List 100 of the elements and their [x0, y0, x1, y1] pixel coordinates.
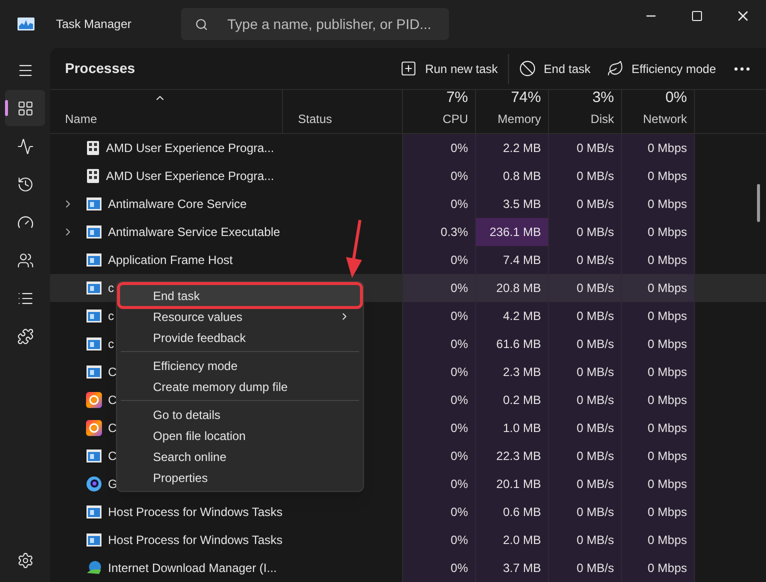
toolbar-button[interactable]: Run new task: [392, 52, 506, 84]
usage-cell: 22.3 MB: [476, 442, 549, 470]
column-header[interactable]: 74% Memory: [476, 90, 549, 133]
usage-cell: 0.6 MB: [476, 498, 549, 526]
process-name: C: [108, 448, 117, 465]
usage-cell: 0 Mbps: [622, 358, 695, 386]
column-header[interactable]: Status: [283, 90, 403, 133]
usage-cell: 0 Mbps: [622, 470, 695, 498]
usage-cell: 236.1 MB: [476, 218, 549, 246]
window-title: Task Manager: [56, 16, 132, 33]
process-name: c: [108, 336, 114, 353]
usage-cell: 0 MB/s: [549, 414, 622, 442]
users-icon: [16, 252, 34, 268]
usage-cell: 0 MB/s: [549, 162, 622, 190]
menu-item[interactable]: End task: [120, 285, 360, 306]
more-icon: [734, 66, 750, 70]
toolbar-button[interactable]: Efficiency mode: [598, 52, 724, 84]
ring-icon: [86, 476, 102, 492]
usage-cell: 0%: [403, 134, 476, 162]
window-icon: [86, 281, 102, 295]
grid-icon: [16, 100, 34, 116]
usage-cell: 0%: [403, 302, 476, 330]
app-grid-icon: [86, 168, 100, 184]
usage-cell: 0%: [403, 526, 476, 554]
column-header[interactable]: Name: [50, 90, 283, 133]
menu-item[interactable]: Search online: [120, 446, 360, 467]
usage-cell: 0%: [403, 274, 476, 302]
usage-cell: 0 MB/s: [549, 358, 622, 386]
process-row[interactable]: AMD User Experience Progra... 0% 0.8 MB 0 MB/s 0 Mbps: [50, 162, 766, 190]
usage-cell: 0 Mbps: [622, 414, 695, 442]
menu-item[interactable]: Properties: [120, 467, 360, 488]
usage-cell: 2.3 MB: [476, 358, 549, 386]
usage-cell: 0 Mbps: [622, 274, 695, 302]
usage-cell: 0 MB/s: [549, 246, 622, 274]
usage-cell: 0%: [403, 414, 476, 442]
usage-cell: 0 MB/s: [549, 554, 622, 582]
window-icon: [86, 505, 102, 519]
process-name: Antimalware Core Service: [108, 196, 247, 213]
process-name: Antimalware Service Executable: [108, 224, 280, 241]
process-row[interactable]: Antimalware Core Service 0% 3.5 MB 0 MB/s 0 Mbps: [50, 190, 766, 218]
usage-cell: 0 MB/s: [549, 274, 622, 302]
usage-cell: 0%: [403, 442, 476, 470]
stop-icon: [518, 60, 536, 77]
menu-item[interactable]: Open file location: [120, 425, 360, 446]
column-header[interactable]: 3% Disk: [549, 90, 622, 133]
process-name: C: [108, 392, 117, 409]
settings-icon: [16, 552, 34, 568]
usage-cell: 0 Mbps: [622, 526, 695, 554]
window-icon: [86, 225, 102, 239]
window-icon: [86, 197, 102, 211]
usage-cell: 0 Mbps: [622, 554, 695, 582]
process-row[interactable]: Application Frame Host 0% 7.4 MB 0 MB/s 0 Mbps: [50, 246, 766, 274]
usage-cell: 0%: [403, 470, 476, 498]
column-header[interactable]: 0% Network: [622, 90, 695, 133]
search-field[interactable]: Type a name, publisher, or PID...: [181, 8, 450, 40]
app-logo-icon: [17, 17, 35, 31]
history-icon: [16, 176, 34, 192]
process-row[interactable]: AMD User Experience Progra... 0% 2.2 MB 0 MB/s 0 Mbps: [50, 134, 766, 162]
menu-item[interactable]: Efficiency mode: [120, 355, 360, 376]
usage-cell: 0 MB/s: [549, 302, 622, 330]
leaf-icon: [606, 60, 624, 77]
usage-cell: 0%: [403, 358, 476, 386]
menu-item[interactable]: Go to details: [120, 404, 360, 425]
menu-item[interactable]: Resource values: [120, 306, 360, 327]
column-header[interactable]: 7% CPU: [403, 90, 476, 133]
process-row[interactable]: Host Process for Windows Tasks 0% 2.0 MB 0 MB/s 0 Mbps: [50, 526, 766, 554]
usage-cell: 0 MB/s: [549, 134, 622, 162]
usage-cell: 20.8 MB: [476, 274, 549, 302]
usage-cell: 61.6 MB: [476, 330, 549, 358]
usage-cell: 0 Mbps: [622, 330, 695, 358]
search-input[interactable]: Type a name, publisher, or PID...: [227, 14, 448, 34]
usage-cell: 4.2 MB: [476, 302, 549, 330]
usage-cell: 3.7 MB: [476, 554, 549, 582]
process-row[interactable]: Host Process for Windows Tasks 0% 0.6 MB 0 MB/s 0 Mbps: [50, 498, 766, 526]
menu-item[interactable]: Create memory dump file: [120, 376, 360, 397]
usage-cell: 2.2 MB: [476, 134, 549, 162]
usage-cell: 0 MB/s: [549, 218, 622, 246]
toolbar-button[interactable]: End task: [510, 52, 598, 84]
usage-cell: 0 Mbps: [622, 190, 695, 218]
menu-item[interactable]: Provide feedback: [120, 327, 360, 348]
process-name: C: [108, 364, 117, 381]
rainbow-app-icon: [86, 392, 102, 408]
rainbow-app-icon: [86, 420, 102, 436]
usage-cell: 3.5 MB: [476, 190, 549, 218]
process-row[interactable]: Internet Download Manager (I... 0% 3.7 MB 0 MB/s 0 Mbps: [50, 554, 766, 582]
process-name: Internet Download Manager (I...: [108, 560, 277, 577]
puzzle-icon: [16, 328, 34, 344]
usage-cell: 0 MB/s: [549, 190, 622, 218]
usage-cell: 0.8 MB: [476, 162, 549, 190]
usage-cell: 0%: [403, 386, 476, 414]
scrollbar-thumb[interactable]: [757, 184, 760, 222]
process-row[interactable]: Antimalware Service Executable 0.3% 236.1 MB 0 MB/s 0 Mbps: [50, 218, 766, 246]
usage-cell: 0 Mbps: [622, 218, 695, 246]
usage-cell: 0%: [403, 246, 476, 274]
window-icon: [86, 533, 102, 547]
usage-cell: 0 MB/s: [549, 526, 622, 554]
usage-cell: 0 Mbps: [622, 302, 695, 330]
sidebar-item[interactable]: [5, 90, 45, 126]
usage-cell: 0 MB/s: [549, 470, 622, 498]
usage-cell: 0%: [403, 498, 476, 526]
